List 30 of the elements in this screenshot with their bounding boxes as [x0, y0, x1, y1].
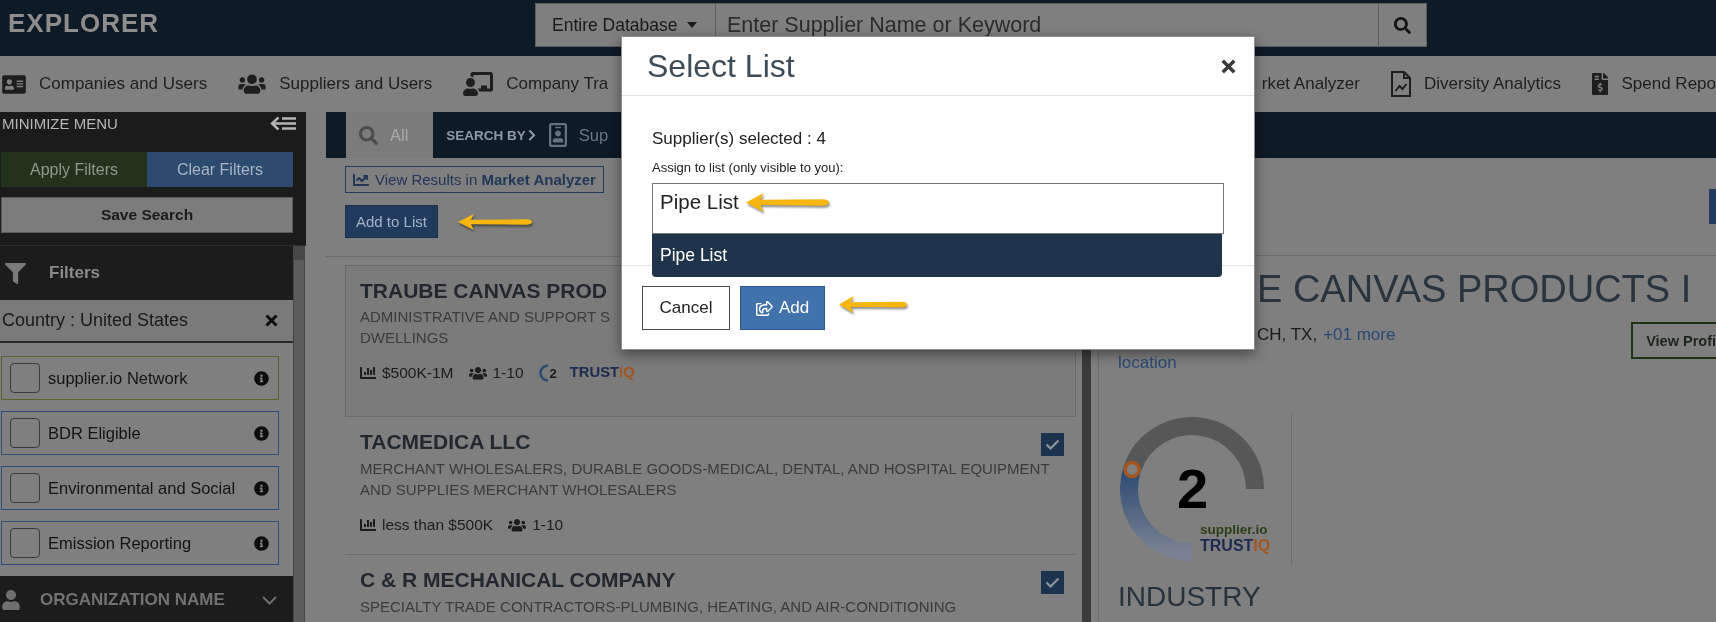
filter-label: Environmental and Social [48, 478, 237, 498]
company-name: TACMEDICA LLC [360, 429, 531, 455]
industry-description: MERCHANT WHOLESALERS, DURABLE GOODS-MEDICAL, DENTAL, AND HOSPITAL EQUIPMENT AND SUPPLIES MERCHANT WHOLESALERS [360, 459, 1050, 500]
company-title: E CANVAS PRODUCTS I [1257, 268, 1693, 310]
active-filter-label: Country : United States [2, 310, 189, 331]
section-title: ORGANIZATION NAME [40, 590, 226, 610]
industry-description: ADMINISTRATIVE AND SUPPORT S DWELLINGS [360, 307, 611, 348]
revenue-text: less than $500K [382, 516, 494, 534]
minimize-menu-label: MINIMIZE MENU [2, 114, 118, 132]
filter-label: Emission Reporting [48, 533, 193, 553]
revenue-text: $500K-1M [382, 364, 454, 382]
filter-label: supplier.io Network [48, 368, 189, 388]
industry-heading: INDUSTRY [1118, 581, 1261, 613]
trustiq-logo: TRUSTIQ [1200, 538, 1271, 555]
employees-text: 1-10 [532, 516, 564, 534]
company-name: C & R MECHANICAL COMPANY [360, 567, 676, 593]
trust-score: 2 [549, 365, 557, 381]
company-name: TRAUBE CANVAS PROD [360, 278, 607, 304]
filters-title: Filters [49, 263, 101, 283]
search-by-label: SEARCH BY [446, 127, 526, 143]
field-label: Assign to list (only visible to you): [652, 160, 844, 176]
dialog-title: Select List [647, 48, 795, 84]
selected-count: Supplier(s) selected : 4 [652, 129, 826, 149]
employees-text: 1-10 [492, 364, 524, 382]
provider-name: supplier.io [1200, 522, 1268, 538]
trust-score: 2 [1177, 461, 1209, 517]
trustiq-logo: TRUSTIQ [569, 365, 635, 381]
location-text: CH, TX, [1257, 324, 1318, 346]
filter-label: BDR Eligible [48, 423, 142, 443]
industry-description: SPECIALTY TRADE CONTRACTORS-PLUMBING, HEATING, AND AIR-CONDITIONING [360, 597, 957, 617]
